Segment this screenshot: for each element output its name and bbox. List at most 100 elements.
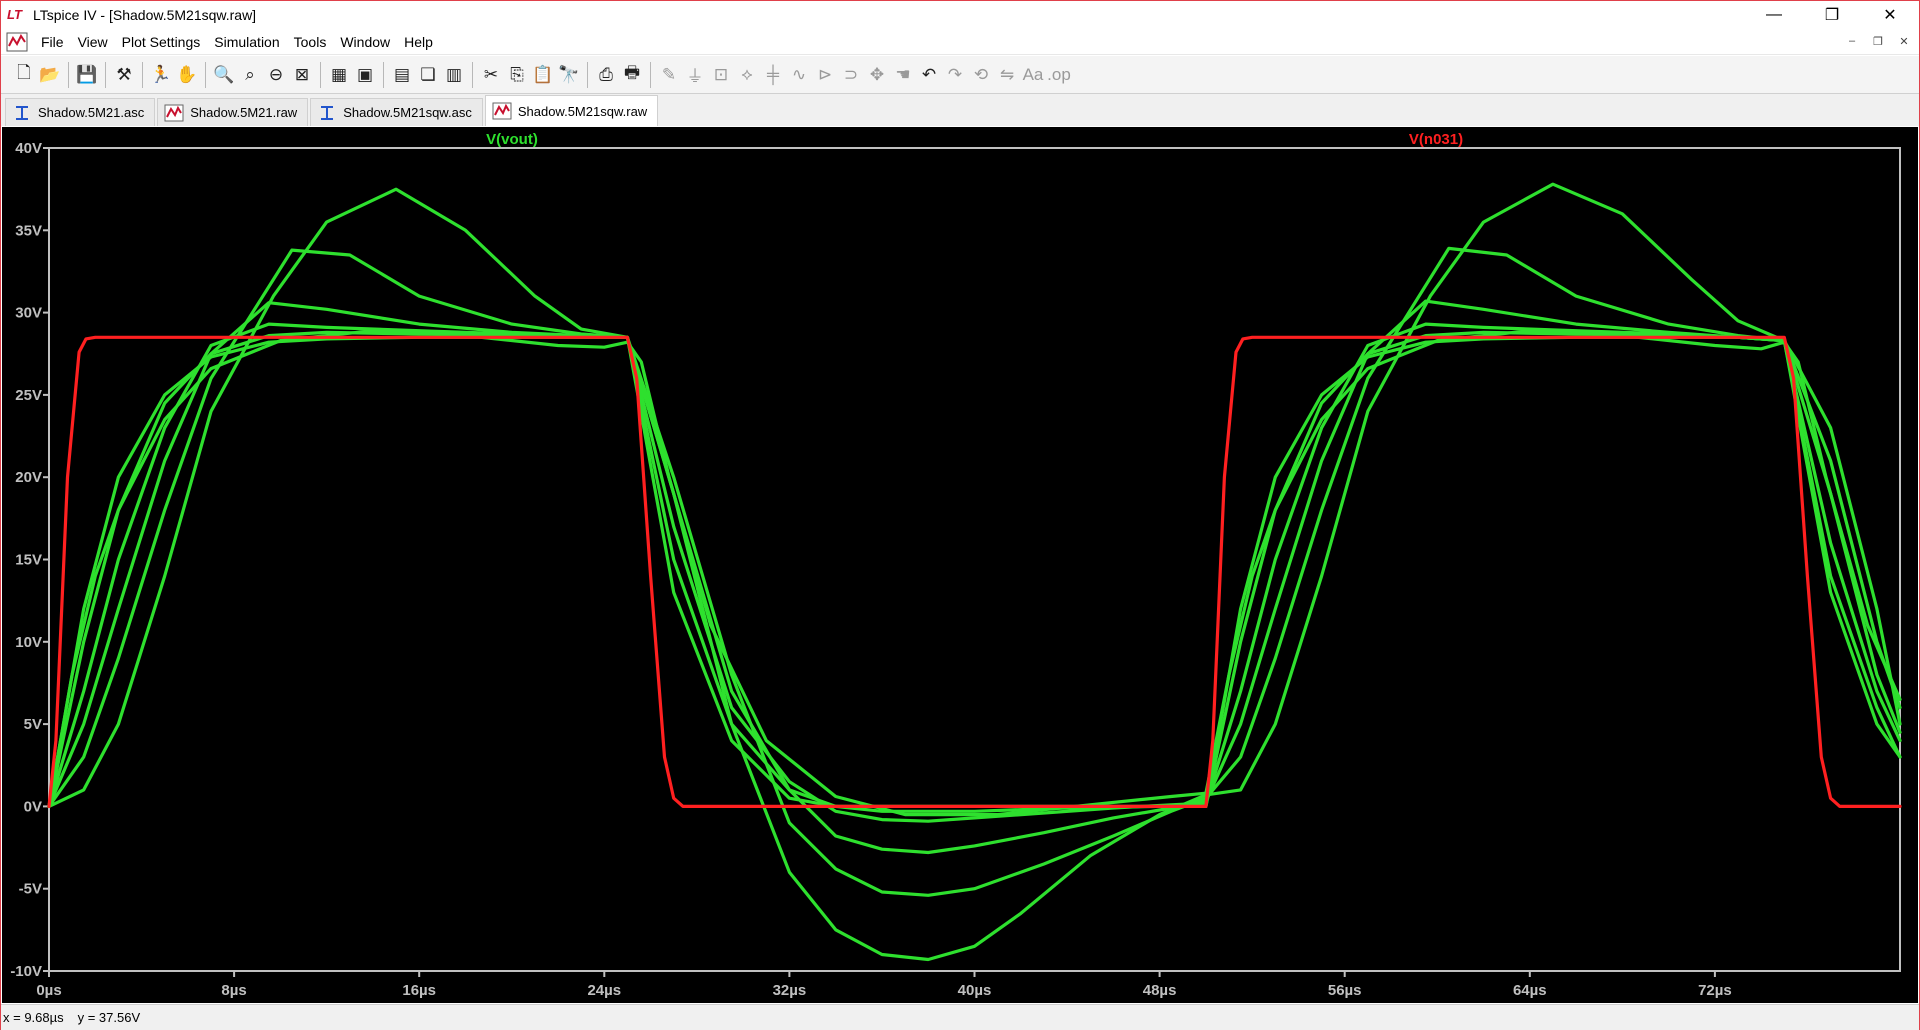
mirror-icon[interactable]: ⇋ (994, 61, 1020, 89)
tab-label: Shadow.5M21sqw.asc (343, 105, 472, 120)
run-icon[interactable]: 🏃 (148, 61, 174, 89)
zoom-in-icon[interactable]: 🔍 (211, 61, 237, 89)
window-controls: — ❐ ✕ (1745, 1, 1919, 29)
tile-vertical-icon[interactable]: ▥ (441, 61, 467, 89)
cursor-x-readout: x = 9.68µs (3, 1010, 64, 1025)
document-close-button[interactable]: ✕ (1893, 32, 1915, 50)
trace-vout-step-7[interactable] (47, 329, 1902, 817)
waveform-plot[interactable]: 40V 35V 30V 25V 20V 15V 10V 5V 0V -5V -10V 0µs 8µs 16… (2, 127, 1918, 1003)
trace-vout-step-2[interactable] (47, 246, 1902, 897)
tab-label: Shadow.5M21.asc (38, 105, 145, 120)
x-tick-label: 48µs (1143, 982, 1177, 999)
menu-file[interactable]: File (34, 29, 71, 55)
y-tick-label: 25V (15, 387, 42, 404)
document-restore-button[interactable]: ❐ (1867, 32, 1889, 50)
x-tick-label: 72µs (1698, 982, 1732, 999)
rotate-icon[interactable]: ⟲ (968, 61, 994, 89)
window-title: LTspice IV - [Shadow.5M21sqw.raw] (33, 7, 257, 23)
copy-icon[interactable]: ⎘ (504, 61, 530, 89)
toolbar-separator (650, 61, 651, 88)
x-tick-label: 24µs (587, 982, 621, 999)
move-icon[interactable]: ✥ (864, 61, 890, 89)
schematic-icon (16, 105, 28, 120)
trace-v-vout-[interactable] (47, 182, 1902, 962)
open-icon[interactable]: 📂 (37, 61, 63, 89)
waveform-document-icon[interactable] (6, 32, 28, 52)
paste-icon[interactable]: 📋 (530, 61, 556, 89)
text-icon[interactable]: Aa (1020, 61, 1046, 89)
find-icon[interactable]: 🔭 (556, 61, 582, 89)
menu-simulation[interactable]: Simulation (207, 29, 286, 55)
control-panel-icon[interactable]: ⚒ (111, 61, 137, 89)
inductor-icon[interactable]: ∿ (786, 61, 812, 89)
toolbar-separator (587, 61, 588, 88)
wire-icon[interactable]: ✎ (656, 61, 682, 89)
y-tick-label: 15V (15, 552, 42, 569)
print-preview-icon[interactable]: ⎙ (593, 61, 619, 89)
tab-shadow-5m21sqw-raw[interactable]: Shadow.5M21sqw.raw (484, 95, 659, 126)
zoom-fit-icon[interactable]: ⊠ (289, 61, 315, 89)
ltspice-window: LT LTspice IV - [Shadow.5M21sqw.raw] — ❐… (0, 0, 1920, 1030)
tab-shadow-5m21-raw[interactable]: Shadow.5M21.raw (157, 98, 309, 126)
zoom-out-icon[interactable]: ⊖ (263, 61, 289, 89)
schematic-icon (321, 105, 334, 120)
menu-plot-settings[interactable]: Plot Settings (115, 29, 208, 55)
autorange-icon[interactable]: ▦ (326, 61, 352, 89)
halt-icon[interactable]: ✋ (174, 61, 200, 89)
trace-v-n031-[interactable] (47, 335, 1902, 809)
trace-vout-step-5[interactable] (47, 330, 1902, 813)
tab-label: Shadow.5M21sqw.raw (517, 103, 648, 119)
menu-window[interactable]: Window (333, 29, 397, 55)
menu-help[interactable]: Help (397, 29, 440, 55)
cut-icon[interactable]: ✂ (478, 61, 504, 89)
spice-directive-icon[interactable]: .op (1046, 61, 1072, 89)
x-tick-label: 32µs (773, 982, 807, 999)
drag-icon[interactable]: ☚ (890, 61, 916, 89)
trace-label-vout[interactable]: V(vout) (486, 131, 538, 148)
ground-icon[interactable]: ⏚ (682, 61, 708, 89)
zoom-pan-icon[interactable]: ⌕ (237, 61, 263, 89)
print-icon[interactable]: 🖶 (619, 61, 645, 89)
tab-label: Shadow.5M21.raw (190, 105, 298, 120)
document-window-controls: – ❐ ✕ (1841, 32, 1915, 50)
resistor-icon[interactable]: ⟡ (734, 61, 760, 89)
x-tick-label: 40µs (958, 982, 992, 999)
document-minimize-button[interactable]: – (1841, 32, 1863, 50)
y-tick-label: -10V (10, 963, 42, 980)
restore-button[interactable]: ❐ (1803, 1, 1861, 29)
undo-icon[interactable]: ↶ (916, 61, 942, 89)
x-tick-label: 64µs (1513, 982, 1547, 999)
cursor-y-readout: y = 37.56V (77, 1010, 141, 1025)
trace-vout-step-3[interactable] (47, 299, 1902, 855)
y-tick-label: 40V (15, 140, 42, 157)
waveform-icon (492, 102, 512, 120)
tab-shadow-5m21-asc[interactable]: Shadow.5M21.asc (5, 98, 156, 126)
diode-icon[interactable]: ⊳ (812, 61, 838, 89)
toolbar-separator (105, 61, 106, 88)
menu-tools[interactable]: Tools (287, 29, 334, 55)
new-schematic-icon[interactable]: 🗋 (11, 61, 37, 89)
component-icon[interactable]: ⊃ (838, 61, 864, 89)
label-net-icon[interactable]: ⊡ (708, 61, 734, 89)
cascade-icon[interactable]: ❏ (415, 61, 441, 89)
waveform-viewer[interactable]: 40V 35V 30V 25V 20V 15V 10V 5V 0V -5V -10V 0µs 8µs 16… (2, 127, 1918, 1003)
x-tick-label: 56µs (1328, 982, 1362, 999)
trace-vout-step-6[interactable] (47, 335, 1902, 809)
menu-view[interactable]: View (71, 29, 115, 55)
trace-vout-step-4[interactable] (47, 322, 1902, 823)
tab-shadow-5m21sqw-asc[interactable]: Shadow.5M21sqw.asc (310, 98, 483, 126)
toolbar-separator (142, 61, 143, 88)
toolbar-separator (205, 61, 206, 88)
save-icon[interactable]: 💾 (74, 61, 100, 89)
close-button[interactable]: ✕ (1861, 1, 1919, 29)
x-tick-label: 8µs (221, 982, 246, 999)
plot-settings-icon[interactable]: ▣ (352, 61, 378, 89)
redo-icon[interactable]: ↷ (942, 61, 968, 89)
toolbar-separator (320, 61, 321, 88)
capacitor-icon[interactable]: ╪ (760, 61, 786, 89)
y-tick-label: 20V (15, 469, 42, 486)
minimize-button[interactable]: — (1745, 1, 1803, 29)
trace-label-n031[interactable]: V(n031) (1409, 131, 1463, 148)
tile-horizontal-icon[interactable]: ▤ (389, 61, 415, 89)
title-bar[interactable]: LT LTspice IV - [Shadow.5M21sqw.raw] — ❐… (1, 1, 1919, 29)
